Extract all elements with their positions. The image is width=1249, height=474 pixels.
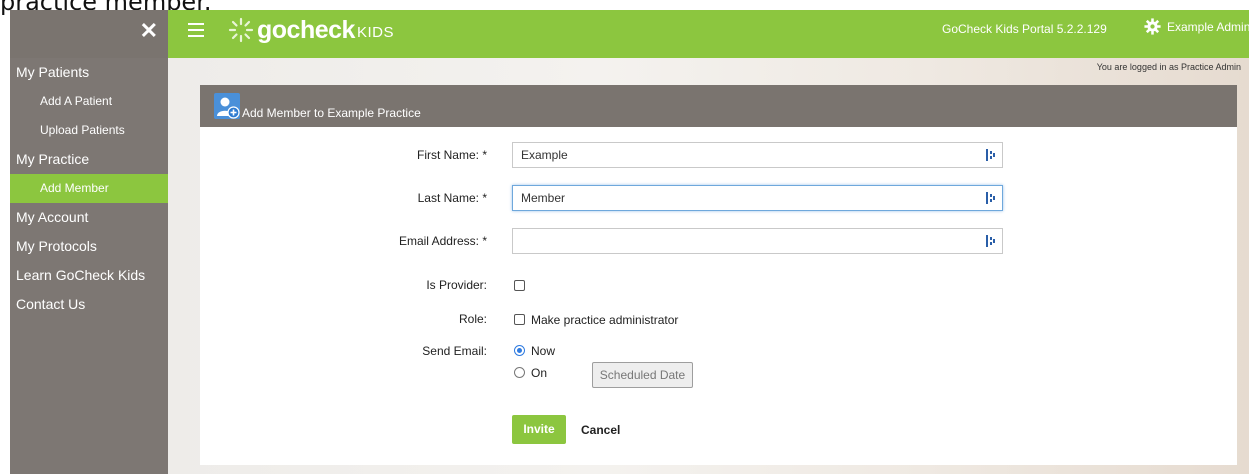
sidebar-item-contact-us[interactable]: Contact Us [10, 290, 168, 319]
logo-text: gocheck [257, 15, 355, 44]
send-now-label: Now [531, 344, 556, 358]
cancel-button[interactable]: Cancel [581, 423, 620, 437]
sidebar-top: ✕ [10, 10, 168, 58]
autofill-icon[interactable] [986, 192, 996, 204]
user-menu[interactable]: Example Admin [1144, 18, 1249, 35]
top-bar: gocheck KIDS GoCheck Kids Portal 5.2.2.1… [168, 10, 1249, 58]
is-provider-label: Is Provider: [426, 278, 487, 292]
scheduled-date-input[interactable]: Scheduled Date [592, 362, 693, 388]
send-email-label: Send Email: [422, 344, 487, 358]
sidebar-item-add-a-patient[interactable]: Add A Patient [10, 87, 168, 116]
last-name-value: Member [521, 191, 566, 205]
send-on-radio[interactable] [514, 367, 525, 378]
is-provider-checkbox[interactable] [514, 280, 525, 291]
first-name-value: Example [521, 148, 568, 162]
send-on-label: On [531, 366, 548, 380]
logo-mark-icon [228, 17, 254, 43]
first-name-field[interactable]: Example [512, 142, 1003, 168]
last-name-field[interactable]: Member [512, 185, 1003, 211]
sidebar: ✕ My Patients Add A Patient Upload Patie… [10, 10, 168, 474]
sidebar-item-my-protocols[interactable]: My Protocols [10, 232, 168, 261]
logged-in-status: You are logged in as Practice Admin [1096, 62, 1241, 72]
send-now-radio[interactable] [514, 345, 525, 356]
sidebar-item-learn-gocheck-kids[interactable]: Learn GoCheck Kids [10, 261, 168, 290]
sidebar-item-my-account[interactable]: My Account [10, 203, 168, 232]
last-name-label: Last Name: * [417, 191, 487, 205]
gocheck-logo: gocheck KIDS [228, 14, 394, 46]
menu-icon[interactable] [188, 23, 204, 37]
role-label: Role: [458, 312, 487, 326]
autofill-icon[interactable] [986, 149, 996, 161]
close-icon[interactable]: ✕ [140, 17, 158, 45]
panel-header: Add Member to Example Practice [200, 85, 1237, 127]
invite-button[interactable]: Invite [512, 415, 566, 444]
email-label: Email Address: * [398, 234, 487, 248]
email-field[interactable] [512, 228, 1003, 254]
practice-admin-checkbox[interactable] [514, 314, 525, 325]
sidebar-item-my-patients[interactable]: My Patients [10, 58, 168, 87]
user-name: Example Admin [1167, 19, 1249, 34]
autofill-icon[interactable] [986, 235, 996, 247]
panel-title: Add Member to Example Practice [242, 106, 421, 120]
sidebar-item-add-member[interactable]: Add Member [10, 174, 168, 203]
add-user-icon [214, 93, 240, 119]
portal-version: GoCheck Kids Portal 5.2.2.129 [942, 22, 1107, 36]
gear-icon [1144, 18, 1161, 35]
practice-admin-label: Make practice administrator [531, 313, 679, 327]
sidebar-item-my-practice[interactable]: My Practice [10, 145, 168, 174]
sidebar-item-upload-patients[interactable]: Upload Patients [10, 116, 168, 145]
logo-kids-text: KIDS [356, 23, 394, 41]
first-name-label: First Name: * [416, 148, 487, 162]
add-member-panel: Add Member to Example Practice First Nam… [200, 85, 1237, 465]
